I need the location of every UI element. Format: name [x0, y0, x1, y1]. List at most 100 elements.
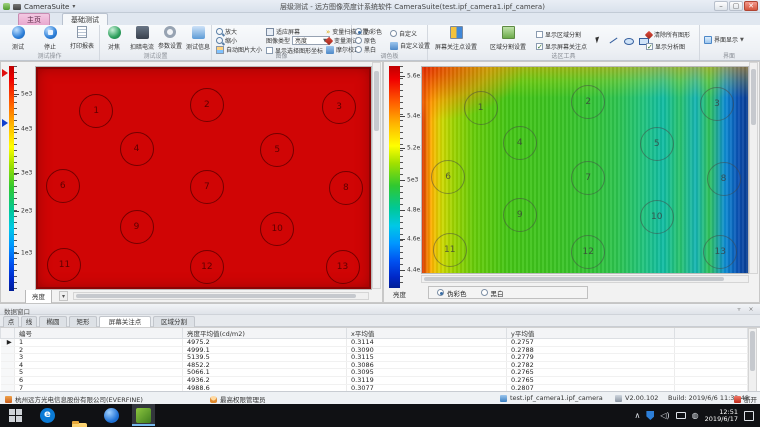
right-horizontal-scrollbar[interactable]	[421, 275, 749, 283]
region-split-settings-button[interactable]: 区域分割设置	[484, 26, 532, 52]
data-tab-6[interactable]: 区域分割	[153, 316, 195, 327]
table-row[interactable]: 44852.20.30860.2782	[1, 361, 748, 369]
left-panel-tab-luminance[interactable]: 亮度	[25, 290, 52, 304]
test-info-button[interactable]: 测试信息	[184, 26, 212, 52]
interface-display-button[interactable]: 界面显示 ▼	[704, 35, 744, 44]
print-report-button[interactable]: 打印报表	[66, 26, 98, 52]
left-panel-tab-dropdown-icon[interactable]: ▾	[59, 291, 68, 301]
measure-circle-4[interactable]: 4	[503, 126, 537, 160]
scroll-thumb[interactable]	[76, 294, 356, 298]
tab-home[interactable]: 主页	[18, 13, 50, 25]
pinned-app-icon[interactable]	[104, 408, 119, 423]
measure-circle-3[interactable]: 3	[322, 90, 356, 124]
table-row[interactable]: 55066.10.30950.2765	[1, 369, 748, 377]
custom-settings-button[interactable]: 自定义设置	[390, 41, 430, 50]
data-tab-1[interactable]: 点	[3, 316, 19, 327]
tray-speaker-icon[interactable]: ◁)	[660, 411, 669, 420]
tray-display-icon[interactable]	[676, 412, 686, 419]
measure-circle-1[interactable]: 1	[79, 94, 113, 128]
fit-screen-button[interactable]: 适应屏幕	[266, 27, 300, 36]
measure-circle-9[interactable]: 9	[120, 210, 154, 244]
scroll-thumb[interactable]	[424, 277, 724, 281]
cursor-tool-icon[interactable]	[592, 34, 603, 45]
measure-circle-7[interactable]: 7	[571, 161, 605, 195]
measure-circle-11[interactable]: 11	[433, 233, 467, 267]
show-analysis-checkbox[interactable]: 显示分析图	[646, 42, 685, 51]
black-white-radio-right[interactable]: 黑白	[481, 288, 504, 298]
minimize-button[interactable]: –	[714, 1, 728, 11]
data-tab-2[interactable]: 线	[21, 316, 37, 327]
maximize-button[interactable]: ▢	[729, 1, 743, 11]
start-button[interactable]	[8, 408, 23, 423]
measure-circle-2[interactable]: 2	[571, 85, 605, 119]
data-tab-5[interactable]: 屏幕关注点	[99, 316, 151, 327]
right-vertical-scrollbar[interactable]	[749, 62, 758, 274]
edge-browser-icon[interactable]	[40, 408, 55, 423]
measure-circle-8[interactable]: 8	[707, 162, 741, 196]
file-explorer-icon[interactable]	[72, 423, 87, 427]
measure-circle-9[interactable]: 9	[503, 198, 537, 232]
measure-circle-6[interactable]: 6	[46, 169, 80, 203]
tray-network-icon[interactable]: ◍	[692, 411, 699, 420]
tray-expand-icon[interactable]: ∧	[635, 411, 641, 420]
qat-dropdown-icon[interactable]: ▾	[72, 3, 75, 10]
quick-access-toolbar[interactable]: CameraSuite ▾	[3, 1, 75, 12]
clear-all-graphics-button[interactable]: 清除所有图形	[646, 30, 690, 39]
col-x-avg[interactable]: x平均值	[347, 328, 507, 339]
close-panel-icon[interactable]: ×	[746, 305, 756, 314]
data-tab-3[interactable]: 椭圆	[39, 316, 67, 327]
col-avg-luminance[interactable]: 亮度平均值(cd/m2)	[183, 328, 347, 339]
measure-circle-13[interactable]: 13	[326, 250, 360, 284]
scroll-thumb[interactable]	[374, 71, 379, 131]
measure-circle-2[interactable]: 2	[190, 88, 224, 122]
show-poi-checkbox[interactable]: 显示屏幕关注点	[536, 42, 587, 51]
action-center-icon[interactable]	[744, 411, 754, 421]
dark-current-button[interactable]: 扣暗电流	[128, 26, 156, 52]
line-tool-icon[interactable]	[607, 34, 618, 45]
show-region-split-checkbox[interactable]: 显示区域分割	[536, 30, 581, 39]
table-row[interactable]: 35139.50.31150.2779	[1, 354, 748, 362]
colorbar-marker-blue[interactable]	[2, 119, 8, 127]
poi-settings-button[interactable]: 屏幕关注点设置	[430, 26, 482, 52]
active-app-taskbar-button[interactable]	[132, 404, 155, 426]
measure-circle-6[interactable]: 6	[431, 160, 465, 194]
custom-radio[interactable]: 自定义	[390, 29, 417, 38]
measure-circle-11[interactable]: 11	[47, 248, 81, 282]
close-button[interactable]: ✕	[744, 1, 758, 11]
scroll-thumb[interactable]	[751, 69, 756, 125]
scroll-thumb[interactable]	[750, 331, 755, 371]
measure-circle-10[interactable]: 10	[260, 212, 294, 246]
tab-basic-test[interactable]: 基础测试	[62, 13, 108, 25]
colorbar-marker-red[interactable]	[2, 69, 8, 77]
measure-circle-4[interactable]: 4	[120, 132, 154, 166]
measure-circle-8[interactable]: 8	[329, 171, 363, 205]
measure-circle-1[interactable]: 1	[464, 91, 498, 125]
tray-shield-icon[interactable]	[646, 411, 654, 420]
measure-circle-13[interactable]: 13	[703, 235, 737, 269]
col-y-avg[interactable]: y平均值	[507, 328, 675, 339]
measure-circle-12[interactable]: 12	[190, 250, 224, 284]
pseudo-color-radio[interactable]: 伪彩色	[355, 27, 382, 36]
col-id[interactable]: 编号	[15, 328, 183, 339]
measure-circle-12[interactable]: 12	[571, 235, 605, 269]
measure-circle-5[interactable]: 5	[260, 133, 294, 167]
left-horizontal-scrollbar[interactable]	[73, 292, 369, 300]
measure-circle-7[interactable]: 7	[190, 170, 224, 204]
ellipse-tool-icon[interactable]	[622, 34, 633, 45]
luminance-image-right[interactable]: 12345678910111213	[421, 66, 749, 274]
pseudo-color-radio-right[interactable]: 伪彩色	[437, 288, 467, 298]
pin-icon[interactable]: ▿	[734, 305, 744, 314]
luminance-image-left[interactable]: 12345678910111213	[35, 66, 372, 290]
zoom-in-button[interactable]: 放大	[216, 27, 237, 36]
measure-circle-10[interactable]: 10	[640, 200, 674, 234]
table-row[interactable]: 24999.10.30900.2788	[1, 346, 748, 354]
parameter-settings-button[interactable]: 参数设置	[156, 26, 184, 52]
table-row[interactable]: 64936.20.31190.2765	[1, 376, 748, 384]
measure-circle-5[interactable]: 5	[640, 127, 674, 161]
data-tab-4[interactable]: 矩形	[69, 316, 97, 327]
original-color-radio[interactable]: 原色	[355, 36, 376, 45]
table-row[interactable]: ▶14975.20.31140.2757	[1, 339, 748, 347]
test-button[interactable]: 测试	[2, 26, 34, 52]
focus-button[interactable]: 对焦	[101, 26, 127, 52]
left-vertical-scrollbar[interactable]	[372, 62, 381, 289]
